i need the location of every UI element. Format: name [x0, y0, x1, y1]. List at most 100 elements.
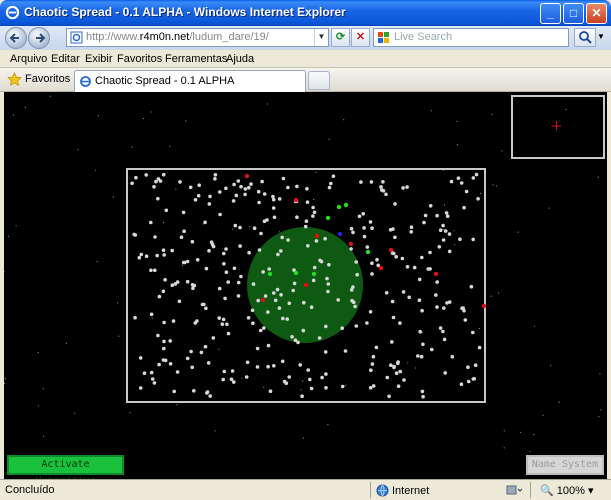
green-system — [336, 204, 342, 210]
background-star — [558, 401, 560, 403]
star-system — [153, 268, 157, 273]
favorites-button[interactable]: Favoritos — [5, 71, 74, 89]
star-system — [444, 211, 449, 215]
minimize-button[interactable]: _ — [540, 3, 561, 24]
background-star — [117, 302, 119, 304]
star-system — [407, 295, 412, 300]
star-system — [263, 294, 268, 298]
star-system — [471, 330, 475, 335]
name-system-button[interactable]: Name System — [526, 455, 604, 475]
search-dropdown-icon[interactable]: ▼ — [596, 28, 606, 47]
game-scene[interactable] — [4, 92, 607, 479]
red-system — [378, 265, 384, 271]
back-button[interactable] — [5, 27, 27, 49]
background-star — [492, 184, 494, 186]
star-system — [471, 237, 476, 242]
star-system — [238, 225, 242, 230]
star-system — [231, 199, 236, 203]
zone-label: Internet — [392, 485, 430, 497]
star-system — [311, 214, 315, 218]
star-system — [466, 379, 471, 384]
game-canvas[interactable]: Activate Hyperdrive Name System — [4, 92, 607, 479]
background-star — [49, 95, 52, 97]
star-system — [134, 175, 138, 180]
star-system — [193, 198, 198, 202]
maximize-button[interactable]: □ — [563, 3, 584, 24]
activate-hyperdrive-button[interactable]: Activate Hyperdrive — [7, 455, 124, 479]
blue-system — [337, 231, 343, 237]
star-system — [295, 184, 299, 189]
star-system — [271, 206, 276, 210]
star-system — [139, 252, 144, 257]
star-system — [207, 202, 212, 206]
background-star — [96, 261, 98, 263]
background-star — [129, 412, 131, 414]
star-system — [426, 267, 431, 271]
tab-chaotic-spread[interactable]: Chaotic Spread - 0.1 ALPHA — [74, 70, 306, 92]
menu-ajuda[interactable]: Ajuda — [226, 53, 254, 65]
star-system — [469, 284, 474, 289]
star-system — [266, 343, 271, 348]
red-system — [388, 247, 394, 253]
protected-mode-icon[interactable] — [505, 483, 523, 497]
menu-exibir[interactable]: Exibir — [85, 53, 113, 65]
star-system — [257, 248, 262, 252]
star-system — [206, 361, 211, 365]
star-system — [355, 272, 360, 277]
address-dropdown-icon[interactable]: ▼ — [314, 29, 328, 46]
star-system — [190, 239, 195, 244]
star-system — [132, 232, 136, 237]
forward-button[interactable] — [28, 27, 50, 49]
background-star — [442, 228, 444, 231]
stop-button[interactable]: ✕ — [351, 28, 370, 47]
background-star — [497, 292, 500, 294]
star-system — [359, 180, 363, 184]
close-button[interactable]: ✕ — [586, 3, 607, 24]
background-star — [150, 111, 152, 113]
star-system — [192, 389, 196, 393]
star-icon — [7, 72, 22, 86]
menu-ferramentas[interactable]: Ferramentas — [165, 53, 227, 65]
star-system — [185, 356, 190, 361]
internet-zone[interactable]: Internet — [376, 484, 429, 497]
background-star — [42, 388, 44, 390]
star-system — [138, 386, 143, 390]
star-system — [281, 316, 285, 321]
star-system — [309, 386, 314, 391]
title-bar[interactable]: Chaotic Spread - 0.1 ALPHA - Windows Int… — [0, 0, 611, 26]
address-field[interactable]: http://www.r4m0n.net/ludum_dare/19/ ▼ — [66, 28, 329, 47]
zoom-control[interactable]: 🔍 100% ▾ — [540, 484, 593, 497]
star-system — [292, 281, 297, 286]
search-field[interactable]: Live Search — [373, 28, 569, 47]
star-system — [447, 300, 452, 304]
star-system — [361, 212, 366, 216]
search-button[interactable] — [574, 28, 596, 47]
star-system — [379, 185, 383, 189]
back-arrow-icon — [9, 33, 19, 43]
refresh-button[interactable]: ⟳ — [331, 28, 350, 47]
star-system — [309, 305, 314, 309]
star-system — [354, 260, 359, 264]
menu-favoritos[interactable]: Favoritos — [117, 53, 162, 65]
menu-arquivo[interactable]: Arquivo — [10, 53, 47, 65]
new-tab-button[interactable] — [308, 71, 330, 90]
menu-editar[interactable]: Editar — [51, 53, 80, 65]
star-system — [221, 377, 225, 382]
star-system — [271, 194, 275, 199]
star-system — [421, 342, 425, 347]
star-system — [287, 301, 292, 306]
background-star — [15, 225, 17, 227]
star-system — [405, 185, 409, 189]
star-system — [368, 386, 373, 390]
star-system — [353, 304, 357, 309]
star-system — [391, 315, 396, 320]
star-system — [306, 368, 311, 372]
star-system — [217, 286, 222, 291]
star-system — [435, 213, 439, 218]
background-star — [95, 169, 97, 171]
star-system — [233, 223, 238, 228]
menu-bar: Arquivo Editar Exibir Favoritos Ferramen… — [0, 50, 611, 68]
star-system — [195, 258, 200, 262]
star-system — [312, 210, 317, 215]
star-system — [130, 181, 134, 186]
